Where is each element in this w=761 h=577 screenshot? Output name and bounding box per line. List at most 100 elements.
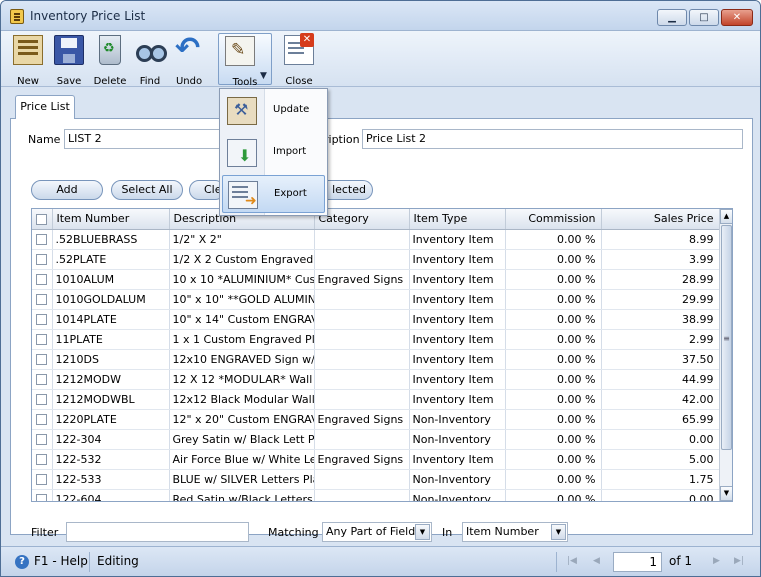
new-button[interactable]: New [9, 33, 47, 87]
grid-cell-category[interactable] [314, 309, 410, 330]
row-select-cell[interactable] [32, 229, 53, 250]
grid-cell-category[interactable] [314, 249, 410, 270]
column-header-item-number[interactable]: Item Number [52, 209, 170, 230]
undo-button[interactable]: Undo [170, 31, 208, 87]
row-checkbox[interactable] [36, 414, 48, 425]
scroll-down-arrow-icon[interactable]: ▼ [720, 486, 732, 501]
menu-item-update[interactable]: Update [222, 92, 325, 130]
row-select-cell[interactable] [32, 429, 53, 450]
chevron-down-icon[interactable]: ▼ [415, 524, 430, 540]
table-row[interactable]: 1014PLATE10" x 14" Custom ENGRAVED Invent… [32, 309, 720, 330]
grid-cell-sales-price[interactable]: 37.50 [601, 349, 720, 370]
grid-cell-description[interactable]: Grey Satin w/ Black Lett Plasti [169, 429, 315, 450]
row-checkbox[interactable] [36, 474, 48, 485]
grid-cell-item-type[interactable]: Inventory Item [409, 229, 506, 250]
grid-cell-item-number[interactable]: .52BLUEBRASS [52, 229, 170, 250]
scroll-up-arrow-icon[interactable]: ▲ [720, 209, 732, 224]
grid-cell-sales-price[interactable]: 0.00 [601, 429, 720, 450]
row-checkbox[interactable] [36, 394, 48, 405]
table-row[interactable]: 1010ALUM10 x 10 *ALUMINIUM* CustorEngrav… [32, 269, 720, 290]
grid-cell-item-number[interactable]: 1210DS [52, 349, 170, 370]
delete-button[interactable]: Delete [90, 33, 130, 87]
grid-cell-commission[interactable]: 0.00 % [505, 409, 602, 430]
table-row[interactable]: .52PLATE 1/2 X 2 Custom Engraved Pl Invent… [32, 249, 720, 270]
grid-cell-category[interactable] [314, 329, 410, 350]
grid-cell-description[interactable]: 12 X 12 *MODULAR* Wall Fra [169, 369, 315, 390]
next-page-icon[interactable]: ▶ [713, 556, 720, 566]
row-select-cell[interactable] [32, 489, 53, 501]
row-checkbox[interactable] [36, 454, 48, 465]
grid-cell-item-number[interactable]: 1220PLATE [52, 409, 170, 430]
tab-price-list[interactable]: Price List [15, 95, 75, 119]
grid-cell-item-number[interactable]: 122-604 [52, 489, 170, 501]
help-shortcut-text[interactable]: F1 - Help [34, 554, 88, 568]
grid-cell-item-type[interactable]: Inventory Item [409, 309, 506, 330]
grid-cell-commission[interactable]: 0.00 % [505, 349, 602, 370]
row-select-cell[interactable] [32, 449, 53, 470]
row-checkbox[interactable] [36, 254, 48, 265]
grid-cell-category[interactable]: Engraved Signs [314, 409, 410, 430]
grid-cell-sales-price[interactable]: 1.75 [601, 469, 720, 490]
row-select-cell[interactable] [32, 349, 53, 370]
menu-item-import[interactable]: Import [222, 134, 325, 172]
grid-cell-category[interactable] [314, 349, 410, 370]
grid-cell-sales-price[interactable]: 5.00 [601, 449, 720, 470]
row-select-cell[interactable] [32, 329, 53, 350]
grid-cell-sales-price[interactable]: 29.99 [601, 289, 720, 310]
grid-cell-category[interactable]: Engraved Signs [314, 449, 410, 470]
row-checkbox[interactable] [36, 334, 48, 345]
save-button[interactable]: Save [50, 33, 88, 87]
grid-cell-item-type[interactable]: Inventory Item [409, 289, 506, 310]
grid-cell-item-type[interactable]: Inventory Item [409, 369, 506, 390]
close-window-button[interactable]: ✕ [721, 9, 753, 26]
grid-cell-item-number[interactable]: 122-304 [52, 429, 170, 450]
description-input[interactable]: Price List 2 [362, 129, 743, 149]
table-row[interactable]: 11PLATE1 x 1 Custom Engraved Plast Invent… [32, 329, 720, 350]
grid-cell-sales-price[interactable]: 3.99 [601, 249, 720, 270]
grid-cell-commission[interactable]: 0.00 % [505, 449, 602, 470]
grid-cell-item-type[interactable]: Inventory Item [409, 389, 506, 410]
grid-cell-category[interactable] [314, 469, 410, 490]
table-row[interactable]: 122-532Air Force Blue w/ White LetterEng… [32, 449, 720, 470]
grid-cell-item-number[interactable]: 122-532 [52, 449, 170, 470]
grid-cell-commission[interactable]: 0.00 % [505, 269, 602, 290]
row-select-cell[interactable] [32, 409, 53, 430]
grid-cell-item-number[interactable]: 122-533 [52, 469, 170, 490]
table-row[interactable]: 122-304Grey Satin w/ Black Lett Plasti No… [32, 429, 720, 450]
grid-cell-description[interactable]: BLUE w/ SILVER Letters Plasti [169, 469, 315, 490]
row-select-cell[interactable] [32, 289, 53, 310]
grid-cell-item-number[interactable]: 1010GOLDALUM [52, 289, 170, 310]
grid-cell-sales-price[interactable]: 44.99 [601, 369, 720, 390]
grid-cell-description[interactable]: 10" x 10" **GOLD ALUMINUM [169, 289, 315, 310]
row-checkbox[interactable] [36, 294, 48, 305]
select-column-header[interactable] [32, 209, 53, 230]
row-checkbox[interactable] [36, 314, 48, 325]
row-select-cell[interactable] [32, 269, 53, 290]
close-button[interactable]: Close [280, 33, 318, 87]
grid-cell-commission[interactable]: 0.00 % [505, 229, 602, 250]
grid-cell-description[interactable]: 10 x 10 *ALUMINIUM* Custor [169, 269, 315, 290]
grid-cell-description[interactable]: 1/2 X 2 Custom Engraved Pl [169, 249, 315, 270]
column-header-category[interactable]: Category [314, 209, 410, 230]
grid-cell-description[interactable]: Red Satin w/Black Letters Plas [169, 489, 315, 501]
first-page-icon[interactable]: |◀ [567, 556, 577, 566]
row-select-cell[interactable] [32, 369, 53, 390]
grid-cell-sales-price[interactable]: 65.99 [601, 409, 720, 430]
grid-cell-sales-price[interactable]: 2.99 [601, 329, 720, 350]
grid-cell-item-type[interactable]: Inventory Item [409, 349, 506, 370]
grid-cell-description[interactable]: 12" x 20" Custom ENGRAVED [169, 409, 315, 430]
grid-cell-commission[interactable]: 0.00 % [505, 429, 602, 450]
table-row[interactable]: 122-604Red Satin w/Black Letters Plas Non… [32, 489, 720, 501]
minimize-button[interactable]: ▁ [657, 9, 687, 26]
grid-cell-description[interactable]: 1/2" X 2" [169, 229, 315, 250]
grid-cell-commission[interactable]: 0.00 % [505, 289, 602, 310]
row-checkbox[interactable] [36, 274, 48, 285]
filter-input[interactable] [66, 522, 249, 542]
grid-cell-item-type[interactable]: Inventory Item [409, 249, 506, 270]
grid-cell-category[interactable] [314, 289, 410, 310]
grid-cell-item-type[interactable]: Inventory Item [409, 329, 506, 350]
grid-cell-item-type[interactable]: Non-Inventory [409, 469, 506, 490]
table-row[interactable]: 1220PLATE12" x 20" Custom ENGRAVEDEngrav… [32, 409, 720, 430]
table-row[interactable]: 1212MODW12 X 12 *MODULAR* Wall Fra Invent… [32, 369, 720, 390]
grid-cell-item-number[interactable]: 1014PLATE [52, 309, 170, 330]
